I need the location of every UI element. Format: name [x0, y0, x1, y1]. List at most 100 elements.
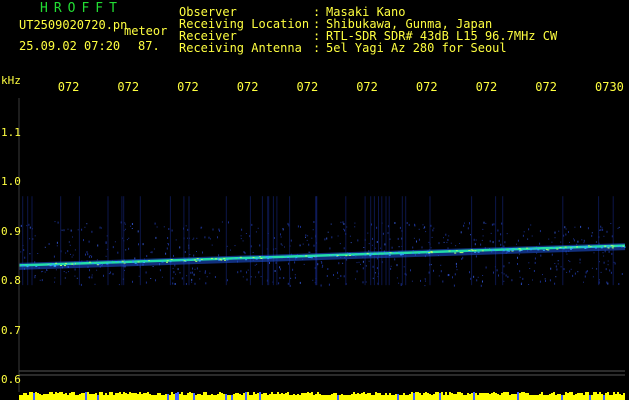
baseline-bar: [313, 395, 315, 400]
baseline-bar: [337, 395, 339, 400]
noise-speck: [534, 257, 536, 260]
baseline-bar: [151, 395, 153, 400]
noise-speck: [362, 267, 364, 270]
noise-speck: [131, 228, 133, 229]
noise-speck: [477, 276, 479, 278]
baseline-bar: [595, 392, 597, 400]
signal-speck: [132, 260, 135, 262]
baseline-bar: [443, 395, 445, 400]
baseline-bar: [159, 393, 161, 400]
noise-speck: [240, 238, 242, 240]
noise-speck: [517, 263, 518, 265]
noise-speck: [294, 276, 296, 279]
noise-speck: [464, 222, 465, 224]
noise-speck: [539, 230, 541, 233]
noise-speck: [230, 249, 231, 251]
baseline-bar: [545, 395, 547, 400]
noise-streak: [373, 196, 375, 286]
noise-speck: [618, 283, 620, 285]
baseline-bar: [563, 395, 565, 400]
signal-speck: [369, 255, 372, 257]
noise-speck: [275, 248, 277, 250]
baseline-bar: [31, 392, 33, 400]
signal-speck: [594, 246, 597, 248]
signal-speck: [370, 254, 372, 256]
noise-speck: [425, 278, 426, 280]
noise-speck: [118, 284, 120, 286]
noise-speck: [190, 271, 192, 274]
baseline-bar: [161, 395, 163, 400]
baseline-bar: [219, 392, 221, 400]
noise-speck: [610, 223, 612, 224]
baseline-bar: [315, 394, 317, 400]
baseline-bar: [89, 394, 91, 400]
baseline-bar: [365, 394, 367, 400]
noise-speck: [283, 277, 285, 279]
signal-speck: [518, 250, 521, 252]
noise-speck: [475, 239, 477, 241]
signal-speck: [47, 264, 50, 266]
noise-speck: [602, 252, 604, 254]
noise-speck: [96, 259, 98, 261]
baseline-bar: [153, 395, 155, 400]
signal-speck: [537, 249, 540, 251]
noise-speck: [503, 265, 505, 268]
baseline-bar: [613, 392, 615, 400]
baseline-bar: [505, 392, 507, 400]
baseline-bar: [271, 392, 273, 400]
noise-speck: [280, 233, 281, 236]
noise-speck: [452, 276, 453, 279]
noise-speck: [326, 237, 328, 240]
baseline-bar: [473, 392, 475, 400]
noise-speck: [196, 237, 198, 239]
noise-speck: [422, 224, 424, 226]
noise-speck: [34, 235, 36, 237]
baseline-bar: [215, 395, 217, 400]
baseline-bar: [163, 395, 165, 400]
noise-speck: [489, 240, 491, 243]
noise-speck: [470, 277, 472, 280]
signal-speck: [610, 244, 613, 246]
noise-speck: [324, 238, 326, 241]
baseline-bar: [375, 392, 377, 400]
noise-speck: [192, 267, 193, 270]
noise-streak: [249, 196, 251, 286]
noise-speck: [337, 271, 338, 274]
noise-speck: [46, 269, 48, 271]
noise-speck: [408, 223, 410, 226]
baseline-bar: [579, 393, 581, 400]
signal-speck: [564, 246, 567, 248]
baseline-bar: [307, 392, 309, 400]
baseline-bar: [85, 392, 87, 400]
noise-speck: [528, 284, 530, 285]
signal-speck: [585, 245, 588, 247]
noise-streak: [388, 196, 390, 286]
noise-speck: [80, 283, 82, 286]
baseline-bar: [559, 394, 561, 400]
baseline-bar: [237, 393, 239, 400]
noise-speck: [493, 223, 495, 226]
baseline-bar: [363, 392, 365, 400]
noise-speck: [226, 279, 228, 282]
noise-speck: [331, 236, 333, 239]
noise-speck: [94, 283, 96, 285]
baseline-bar: [239, 394, 241, 400]
noise-speck: [145, 271, 147, 274]
baseline-bar: [451, 393, 453, 400]
signal-speck: [357, 253, 360, 255]
baseline-bar: [619, 394, 621, 400]
noise-speck: [273, 237, 275, 239]
noise-speck: [581, 239, 583, 241]
noise-speck: [498, 239, 500, 242]
noise-speck: [294, 261, 296, 264]
signal-speck: [137, 261, 140, 263]
noise-speck: [406, 222, 408, 224]
noise-speck: [154, 222, 156, 225]
baseline-bar: [79, 394, 81, 400]
signal-speck: [305, 255, 308, 257]
signal-speck: [454, 252, 457, 254]
signal-speck: [477, 251, 480, 253]
baseline-bar: [497, 394, 499, 400]
noise-speck: [226, 245, 228, 247]
signal-speck: [284, 255, 287, 257]
